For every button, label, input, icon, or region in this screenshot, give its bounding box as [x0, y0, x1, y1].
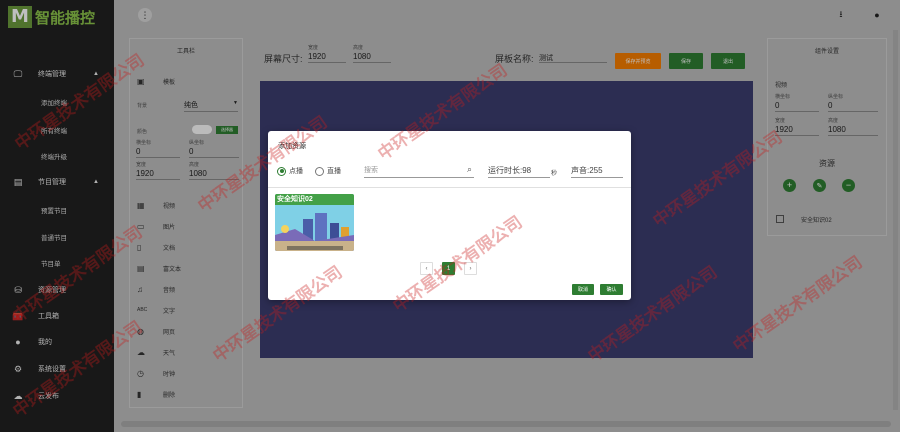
radio-on-demand[interactable]: 点播 — [277, 166, 303, 176]
duration-unit: 秒 — [551, 171, 558, 177]
page-prev-button[interactable]: ‹ — [420, 262, 433, 275]
page-current-button[interactable]: 1 — [442, 262, 455, 275]
dialog-divider — [268, 187, 631, 188]
radio-label: 直播 — [327, 168, 341, 175]
duration-label: 运行时长: — [488, 166, 523, 175]
resource-card-title: 安全知识02 — [275, 194, 354, 205]
duration-value: 98 — [522, 166, 532, 175]
resource-card[interactable]: 安全知识02 — [275, 194, 354, 251]
duration-field[interactable]: 运行时长:98 — [488, 165, 550, 178]
radio-live[interactable]: 直播 — [315, 166, 341, 176]
volume-field[interactable]: 声音:255 — [571, 165, 623, 178]
page-next-button[interactable]: › — [464, 262, 477, 275]
resource-thumbnail — [275, 205, 354, 251]
search-placeholder: 搜索 — [364, 167, 378, 174]
radio-unchecked-icon — [315, 166, 324, 176]
confirm-button[interactable]: 确认 — [600, 284, 623, 295]
volume-label: 声音: — [571, 166, 590, 175]
volume-value: 255 — [589, 166, 603, 175]
radio-label: 点播 — [289, 168, 303, 175]
add-resource-dialog: 添加资源 点播 直播 搜索 ⌕ 运行时长:98 秒 声音:255 安全知识02 … — [268, 131, 631, 300]
dialog-title: 添加资源 — [278, 143, 306, 150]
radio-checked-icon — [277, 166, 286, 176]
search-input[interactable]: 搜索 ⌕ — [364, 164, 474, 178]
cancel-button[interactable]: 取消 — [572, 284, 594, 295]
search-icon: ⌕ — [466, 164, 472, 174]
